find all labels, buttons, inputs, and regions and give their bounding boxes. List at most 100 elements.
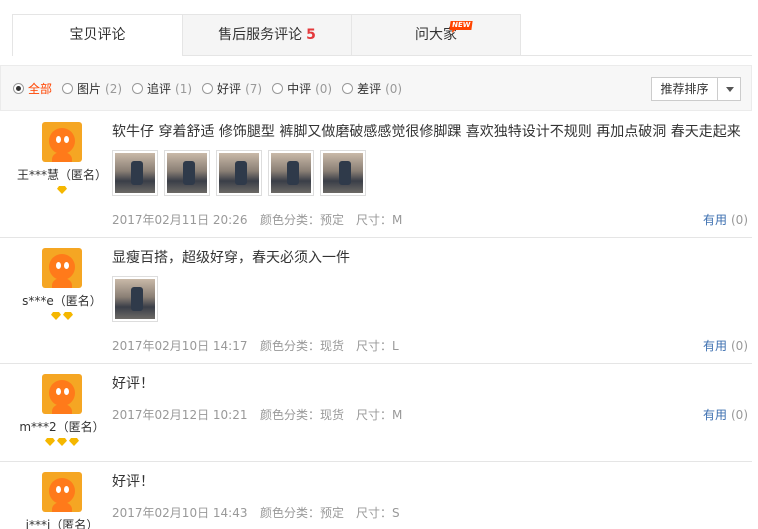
filter-count: (0)	[385, 81, 403, 96]
size: 尺寸：M	[356, 213, 403, 227]
review-content: 显瘦百搭，超级好穿，春天必须入一件	[112, 248, 738, 322]
review-content: 软牛仔 穿着舒适 修饰腿型 裤脚又做磨破感感觉很修脚踝 喜欢独特设计不规则 再加…	[112, 122, 741, 196]
review-photos	[112, 150, 738, 196]
radio-icon[interactable]	[342, 83, 354, 94]
reviewer-level-icon	[0, 312, 124, 322]
avatar	[42, 374, 82, 414]
tab-label: 售后服务评论	[218, 27, 303, 43]
filter-label: 全部	[28, 82, 53, 96]
tab-ask-everyone[interactable]: 问大家 NEW	[352, 14, 521, 56]
reviewer-name: m***2（匿名）	[19, 420, 105, 434]
review-meta: 2017年02月12日 10:21 颜色分类：现货 尺寸：M	[112, 406, 738, 423]
diamond-icon	[69, 438, 79, 446]
tab-item-reviews[interactable]: 宝贝评论	[12, 14, 183, 56]
review-text: 好评！	[112, 474, 154, 490]
color-category: 颜色分类：现货	[260, 408, 345, 422]
review-content: 好评！	[112, 472, 738, 492]
reviewer: s***e（匿名）	[0, 248, 124, 322]
filter-all[interactable]: 全部	[13, 80, 52, 97]
helpful-count: (0)	[731, 213, 748, 227]
review-meta: 2017年02月10日 14:17 颜色分类：现货 尺寸：L	[112, 337, 738, 354]
helpful-button[interactable]: 有用 (0)	[703, 337, 748, 354]
filter-negative[interactable]: 差评 (0)	[342, 80, 402, 97]
tab-count: 5	[306, 27, 316, 43]
reviewer-level-icon	[0, 438, 124, 448]
filter-count: (2)	[105, 81, 123, 96]
review-photos	[112, 276, 738, 322]
reviewer-level-icon	[0, 186, 124, 196]
filter-label: 中评	[287, 82, 312, 96]
active-tab-gap	[13, 55, 182, 56]
helpful-count: (0)	[731, 339, 748, 353]
diamond-icon	[45, 438, 55, 446]
filter-label: 追评	[147, 82, 172, 96]
review-photo[interactable]	[320, 150, 366, 196]
review-date: 2017年02月12日 10:21	[112, 408, 248, 422]
filter-options: 全部 图片 (2) 追评 (1) 好评 (7) 中评 (0) 差评 (0)	[13, 80, 412, 97]
diamond-icon	[57, 438, 67, 446]
tab-label: 宝贝评论	[69, 27, 126, 43]
avatar	[42, 248, 82, 288]
color-category: 颜色分类：预定	[260, 506, 345, 520]
color-category: 颜色分类：预定	[260, 213, 345, 227]
filter-count: (0)	[315, 81, 333, 96]
helpful-label[interactable]: 有用	[703, 408, 727, 422]
review-content: 好评！	[112, 374, 738, 394]
review-meta-row: 2017年02月10日 14:17 颜色分类：现货 尺寸：L	[112, 337, 738, 354]
review-photo[interactable]	[112, 276, 158, 322]
filter-count: (1)	[175, 81, 193, 96]
sort-dropdown[interactable]: 推荐排序	[651, 77, 741, 101]
filter-label: 差评	[357, 82, 382, 96]
review-photo[interactable]	[268, 150, 314, 196]
avatar	[42, 122, 82, 162]
reviewer-name: s***e（匿名）	[22, 294, 102, 308]
review-meta-row: 2017年02月12日 10:21 颜色分类：现货 尺寸：M	[112, 406, 738, 423]
chevron-down-icon[interactable]	[718, 78, 740, 100]
size: 尺寸：S	[356, 506, 400, 520]
review-meta: 2017年02月10日 14:43 颜色分类：预定 尺寸：S	[112, 504, 738, 521]
reviewer-name: j***i（匿名）	[25, 518, 99, 529]
sort-label[interactable]: 推荐排序	[652, 78, 718, 100]
diamond-icon	[51, 312, 61, 320]
filter-bar: 全部 图片 (2) 追评 (1) 好评 (7) 中评 (0) 差评 (0) 推荐	[0, 65, 752, 111]
review-text: 显瘦百搭，超级好穿，春天必须入一件	[112, 250, 350, 266]
filter-positive[interactable]: 好评 (7)	[202, 80, 262, 97]
review-text: 好评！	[112, 376, 154, 392]
reviewer: m***2（匿名）	[0, 374, 124, 448]
reviewer: j***i（匿名）	[0, 472, 124, 529]
review-item: s***e（匿名） 显瘦百搭，超级好穿，春天必须入一件 2017年02月10日 …	[0, 238, 752, 364]
radio-icon[interactable]	[132, 83, 144, 94]
helpful-button[interactable]: 有用 (0)	[703, 406, 748, 423]
review-item: j***i（匿名） 好评！ 2017年02月10日 14:43 颜色分类：预定 …	[0, 462, 752, 529]
filter-photos[interactable]: 图片 (2)	[62, 80, 122, 97]
review-meta: 2017年02月11日 20:26 颜色分类：预定 尺寸：M	[112, 211, 738, 228]
diamond-icon	[63, 312, 73, 320]
radio-icon[interactable]	[62, 83, 74, 94]
review-photo[interactable]	[216, 150, 262, 196]
review-meta-row: 2017年02月11日 20:26 颜色分类：预定 尺寸：M	[112, 211, 738, 228]
review-photo[interactable]	[164, 150, 210, 196]
review-date: 2017年02月10日 14:43	[112, 506, 248, 520]
helpful-button[interactable]: 有用 (0)	[703, 211, 748, 228]
review-date: 2017年02月10日 14:17	[112, 339, 248, 353]
helpful-count: (0)	[731, 408, 748, 422]
review-item: m***2（匿名） 好评！ 2017年02月12日 10:21 颜色分类：现货 …	[0, 364, 752, 462]
diamond-icon	[57, 186, 67, 194]
helpful-label[interactable]: 有用	[703, 213, 727, 227]
color-category: 颜色分类：现货	[260, 339, 345, 353]
review-item: 王***慧（匿名） 软牛仔 穿着舒适 修饰腿型 裤脚又做磨破感感觉很修脚踝 喜欢…	[0, 112, 752, 238]
reviewer-name: 王***慧（匿名）	[16, 168, 107, 182]
review-tabs: 宝贝评论 售后服务评论 5 问大家 NEW	[12, 14, 521, 56]
helpful-label[interactable]: 有用	[703, 339, 727, 353]
review-date: 2017年02月11日 20:26	[112, 213, 248, 227]
new-badge: NEW	[449, 21, 474, 30]
review-photo[interactable]	[112, 150, 158, 196]
filter-followup[interactable]: 追评 (1)	[132, 80, 192, 97]
tab-aftersale-reviews[interactable]: 售后服务评论 5	[183, 14, 352, 56]
radio-icon[interactable]	[272, 83, 284, 94]
size: 尺寸：M	[356, 408, 403, 422]
radio-icon[interactable]	[13, 83, 24, 94]
filter-label: 图片	[77, 82, 102, 96]
radio-icon[interactable]	[202, 83, 214, 94]
filter-neutral[interactable]: 中评 (0)	[272, 80, 332, 97]
